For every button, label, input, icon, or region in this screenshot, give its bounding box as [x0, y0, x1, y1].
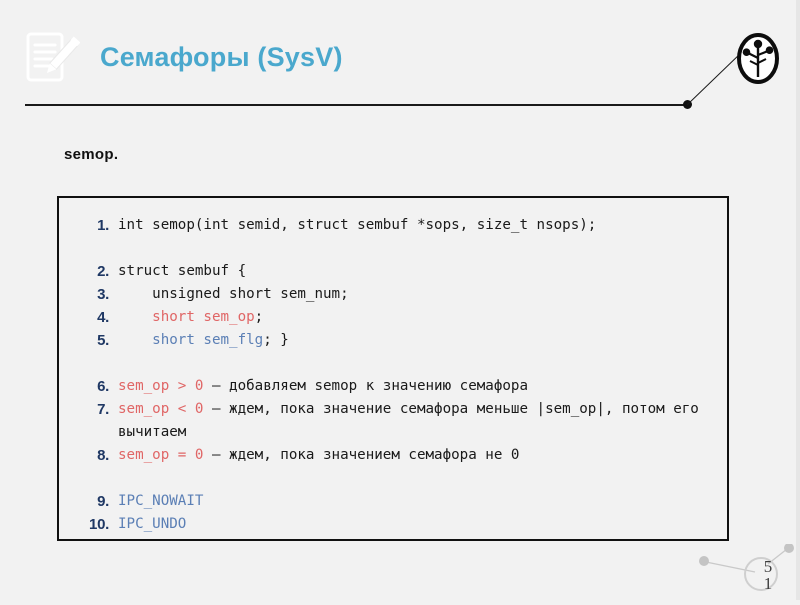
code-token: short sem_op — [152, 309, 255, 325]
code-line-text: short sem_flg; } — [118, 329, 717, 352]
code-line-text: sem_op < 0 — ждем, пока значение семафор… — [118, 398, 717, 444]
code-line-text: sem_op = 0 — ждем, пока значением семафо… — [118, 444, 717, 467]
code-token: short sem_flg — [152, 332, 264, 348]
code-line: 8. sem_op = 0 — ждем, пока значением сема… — [69, 444, 717, 467]
header-divider — [25, 104, 687, 106]
code-line-text: sem_op > 0 — добавляем semop к значению … — [118, 375, 717, 398]
code-line-number: 8. — [97, 447, 109, 464]
code-line-text: unsigned short sem_num; — [118, 283, 717, 306]
code-line: 2. struct sembuf { — [69, 260, 717, 283]
code-token: — ждем, пока значение семафора меньше |s… — [118, 401, 708, 440]
code-token: ; — [254, 309, 264, 325]
code-token: unsigned short sem_num; — [118, 286, 349, 302]
page-number: 5 1 — [755, 558, 781, 592]
page-number-digit-upper: 5 — [763, 557, 773, 576]
code-lines-container: 1. int semop(int semid, struct sembuf *so… — [59, 198, 727, 536]
code-line-text: struct sembuf { — [118, 260, 717, 283]
code-line: 9. IPC_NOWAIT — [69, 490, 717, 513]
code-line: 1. int semop(int semid, struct sembuf *so… — [69, 214, 717, 237]
code-token: sem_op > 0 — [118, 378, 204, 394]
code-token: sem_op < 0 — [118, 401, 204, 417]
code-line-number: 10. — [89, 516, 109, 533]
code-line: 10. IPC_UNDO — [69, 513, 717, 536]
code-line: 5. short sem_flg; } — [69, 329, 717, 352]
code-line-number: 2. — [97, 263, 109, 280]
slide-header: Семафоры (SysV) — [0, 0, 800, 110]
code-line-number: 9. — [97, 493, 109, 510]
page-number-digit-lower: 1 — [763, 574, 773, 593]
code-line-number: 3. — [97, 286, 109, 303]
code-token: IPC_NOWAIT — [118, 493, 204, 509]
code-line-number: 5. — [97, 332, 109, 349]
plant-in-circle-logo — [735, 31, 781, 86]
notepad-pencil-icon — [24, 30, 81, 90]
code-token: — ждем, пока значением семафора не 0 — [203, 447, 520, 463]
code-line: 4. short sem_op; — [69, 306, 717, 329]
section-label: semop. — [64, 146, 119, 163]
code-line-number: 7. — [97, 401, 109, 418]
code-token: struct sembuf { — [118, 263, 247, 279]
code-block: 1. int semop(int semid, struct sembuf *so… — [57, 196, 729, 541]
code-line-text: IPC_NOWAIT — [118, 490, 717, 513]
code-line-text: int semop(int semid, struct sembuf *sops… — [118, 214, 717, 237]
code-token: ; } — [263, 332, 289, 348]
code-line: 6. sem_op > 0 — добавляем semop к значени… — [69, 375, 717, 398]
code-line-number: 1. — [97, 217, 109, 234]
code-token: int semop(int semid, struct sembuf *sops… — [118, 217, 597, 233]
code-token: — добавляем semop к значению семафора — [203, 378, 529, 394]
code-line: 3. unsigned short sem_num; — [69, 283, 717, 306]
code-line-text: IPC_UNDO — [118, 513, 717, 536]
page-number-decoration — [690, 543, 800, 600]
slide-canvas: Семафоры (SysV) semop. 1. int semop(int … — [0, 0, 800, 600]
page-title: Семафоры (SysV) — [100, 42, 343, 72]
code-token: IPC_UNDO — [118, 516, 187, 532]
code-line-number: 4. — [97, 309, 109, 326]
code-line-text: short sem_op; — [118, 306, 717, 329]
code-line-number: 6. — [97, 378, 109, 395]
code-line: 7. sem_op < 0 — ждем, пока значение семаф… — [69, 398, 717, 444]
code-token: sem_op = 0 — [118, 447, 204, 463]
